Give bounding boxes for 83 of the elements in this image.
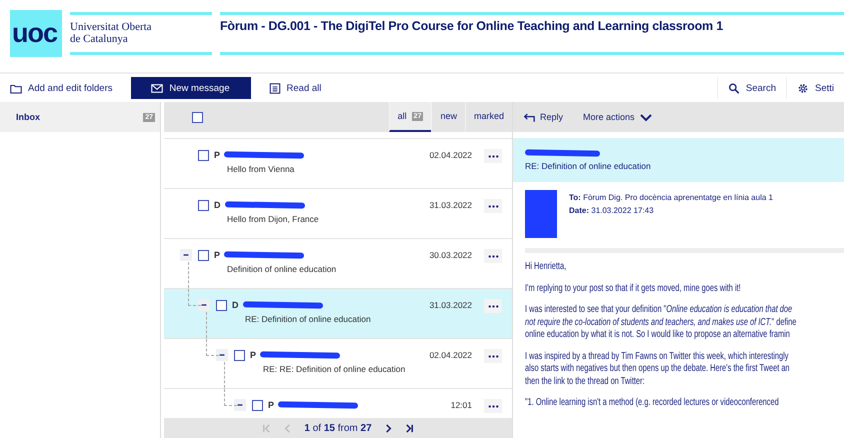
message-row[interactable]: D RE: Definition of online education 31.03.2022 bbox=[164, 289, 512, 339]
ellipsis-icon bbox=[488, 204, 498, 208]
body-text-line: online education by what it is not. So I would like to propose an alternative framin bbox=[525, 329, 790, 342]
tab-label: all bbox=[398, 111, 407, 121]
more-actions-button[interactable]: More actions bbox=[583, 112, 652, 122]
page-title: Fòrum - DG.001 - The DigiTel Pro Course for Online Teaching and Learning classroom 1 bbox=[220, 18, 723, 32]
message-date: 12:01 bbox=[450, 400, 472, 410]
logo-text: Universitat Oberta de Catalunya bbox=[70, 12, 212, 54]
sender-initial: D bbox=[214, 200, 220, 210]
message-date: 02.04.2022 bbox=[429, 350, 472, 360]
logo-mark: uoc bbox=[10, 10, 62, 56]
body-text-line: also starts with negatives but then opens up the debate. Here's the first Tweet an bbox=[525, 363, 790, 376]
collapse-toggle[interactable] bbox=[180, 249, 192, 261]
sender-initial: P bbox=[250, 350, 256, 360]
message-date: 30.03.2022 bbox=[429, 250, 472, 260]
body-text-line: Hi Henrietta, bbox=[525, 261, 566, 274]
body-text-line: "1. Online learning isn't a method (e.g. recorded lectures or videoconferenced bbox=[525, 397, 779, 410]
new-message-button[interactable]: New message bbox=[130, 77, 251, 99]
body-text-line: I'm replying to your post so that if it gets moved, mine goes with it! bbox=[525, 282, 741, 295]
select-all-checkbox[interactable] bbox=[192, 112, 203, 123]
collapse-toggle[interactable] bbox=[198, 299, 210, 311]
more-button[interactable] bbox=[484, 349, 502, 363]
checkbox[interactable] bbox=[198, 250, 209, 261]
more-button[interactable] bbox=[484, 399, 502, 413]
more-button[interactable] bbox=[484, 249, 502, 263]
settings-icon bbox=[796, 82, 809, 94]
chevron-right-icon bbox=[384, 424, 393, 432]
message-subject: Hello from Dijon, France bbox=[227, 214, 320, 224]
folder-icon bbox=[10, 82, 22, 94]
sender-initial: D bbox=[232, 300, 238, 310]
message-subject: RE: Definition of online education bbox=[245, 314, 372, 324]
checkbox[interactable] bbox=[198, 150, 209, 161]
chevron-down-icon bbox=[640, 112, 652, 122]
message-subject: RE: Definition of online education bbox=[525, 160, 652, 170]
body-text-line: I was interested to see that your definition "Online education is education that doe bbox=[525, 304, 792, 316]
message-date: 31.03.2022 bbox=[429, 200, 472, 210]
sender-initial: P bbox=[268, 400, 274, 410]
read-all-button[interactable]: Read all bbox=[258, 77, 332, 99]
date-line: Date: 31.03.2022 17:43 bbox=[569, 206, 655, 215]
ellipsis-icon bbox=[488, 404, 498, 408]
message-subject: Hello from Vienna bbox=[227, 164, 296, 174]
recipient-line: To: Fòrum Dig. Pro docència aprenentatge en línia aula 1 bbox=[569, 193, 773, 202]
message-row[interactable]: P RE: RE: Definition of online education 02.04.2022 bbox=[164, 339, 512, 389]
page-indicator: 1 of 15 from 27 bbox=[304, 422, 372, 434]
last-page-icon bbox=[404, 424, 414, 432]
folders-button[interactable]: Add and edit folders bbox=[0, 77, 123, 99]
collapse-toggle[interactable] bbox=[234, 399, 246, 411]
message-subject: RE: RE: Definition of online education bbox=[263, 364, 406, 374]
more-button[interactable] bbox=[484, 149, 502, 163]
body-text-line: not require the co-location of students and teachers, and makes use of ICT." define bbox=[525, 316, 796, 329]
envelope-icon bbox=[151, 82, 164, 94]
avatar bbox=[525, 190, 557, 238]
checkbox[interactable] bbox=[252, 400, 263, 411]
reply-icon bbox=[523, 112, 535, 122]
sender-initial: P bbox=[214, 150, 220, 160]
message-date: 31.03.2022 bbox=[429, 300, 472, 310]
ellipsis-icon bbox=[488, 254, 498, 258]
ellipsis-icon bbox=[488, 154, 498, 158]
message-subject: Definition of online education bbox=[227, 264, 338, 274]
more-button[interactable] bbox=[484, 199, 502, 213]
last-page-button[interactable] bbox=[404, 424, 414, 432]
settings-button[interactable]: Setti bbox=[786, 77, 844, 99]
chevron-left-icon bbox=[283, 424, 292, 432]
search-icon bbox=[728, 82, 740, 94]
message-date: 02.04.2022 bbox=[429, 150, 472, 160]
folder-name: Inbox bbox=[16, 112, 40, 122]
ellipsis-icon bbox=[488, 354, 498, 358]
reply-button[interactable]: Reply bbox=[523, 112, 564, 122]
checkbox[interactable] bbox=[216, 300, 227, 311]
first-page-icon bbox=[262, 424, 272, 432]
sender-initial: P bbox=[214, 250, 220, 260]
list-icon bbox=[268, 82, 281, 94]
tab-label: marked bbox=[474, 111, 504, 121]
checkbox[interactable] bbox=[234, 350, 245, 361]
more-button[interactable] bbox=[484, 299, 502, 313]
collapse-toggle[interactable] bbox=[216, 349, 228, 361]
checkbox[interactable] bbox=[198, 200, 209, 211]
search-button[interactable]: Search bbox=[716, 77, 786, 99]
next-page-button[interactable] bbox=[384, 424, 393, 432]
tab-label: new bbox=[440, 111, 457, 121]
body-text-line: then the link to the thread on Twitter: bbox=[525, 376, 645, 388]
body-text-line: I was inspired by a thread by Tim Fawns on Twitter this week, which interestingly bbox=[525, 350, 788, 363]
ellipsis-icon bbox=[488, 304, 498, 308]
